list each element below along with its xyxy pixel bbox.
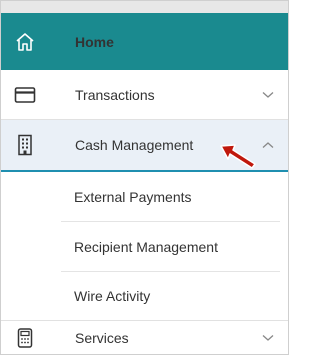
credit-card-icon bbox=[1, 86, 49, 104]
submenu-item-label: External Payments bbox=[74, 189, 192, 205]
side-nav-menu: Home Transactions Cash Management Extern… bbox=[0, 0, 289, 355]
nav-item-home-label: Home bbox=[75, 33, 114, 50]
nav-item-home[interactable]: Home bbox=[1, 1, 288, 70]
submenu-item-wire-activity[interactable]: Wire Activity bbox=[1, 272, 288, 320]
calculator-icon bbox=[1, 327, 49, 348]
submenu-item-recipient-management[interactable]: Recipient Management bbox=[1, 222, 288, 272]
nav-item-services-label: Services bbox=[75, 329, 129, 346]
chevron-down-icon[interactable] bbox=[248, 91, 288, 99]
home-icon bbox=[1, 31, 49, 53]
nav-item-transactions[interactable]: Transactions bbox=[1, 70, 288, 120]
annotation-arrow-icon bbox=[219, 136, 261, 175]
building-icon bbox=[1, 134, 49, 156]
nav-item-services[interactable]: Services bbox=[1, 320, 288, 354]
submenu-item-label: Wire Activity bbox=[74, 288, 151, 304]
submenu-item-label: Recipient Management bbox=[74, 239, 218, 255]
chevron-down-icon[interactable] bbox=[248, 334, 288, 342]
nav-item-transactions-label: Transactions bbox=[75, 86, 155, 103]
submenu-item-external-payments[interactable]: External Payments bbox=[1, 172, 288, 222]
